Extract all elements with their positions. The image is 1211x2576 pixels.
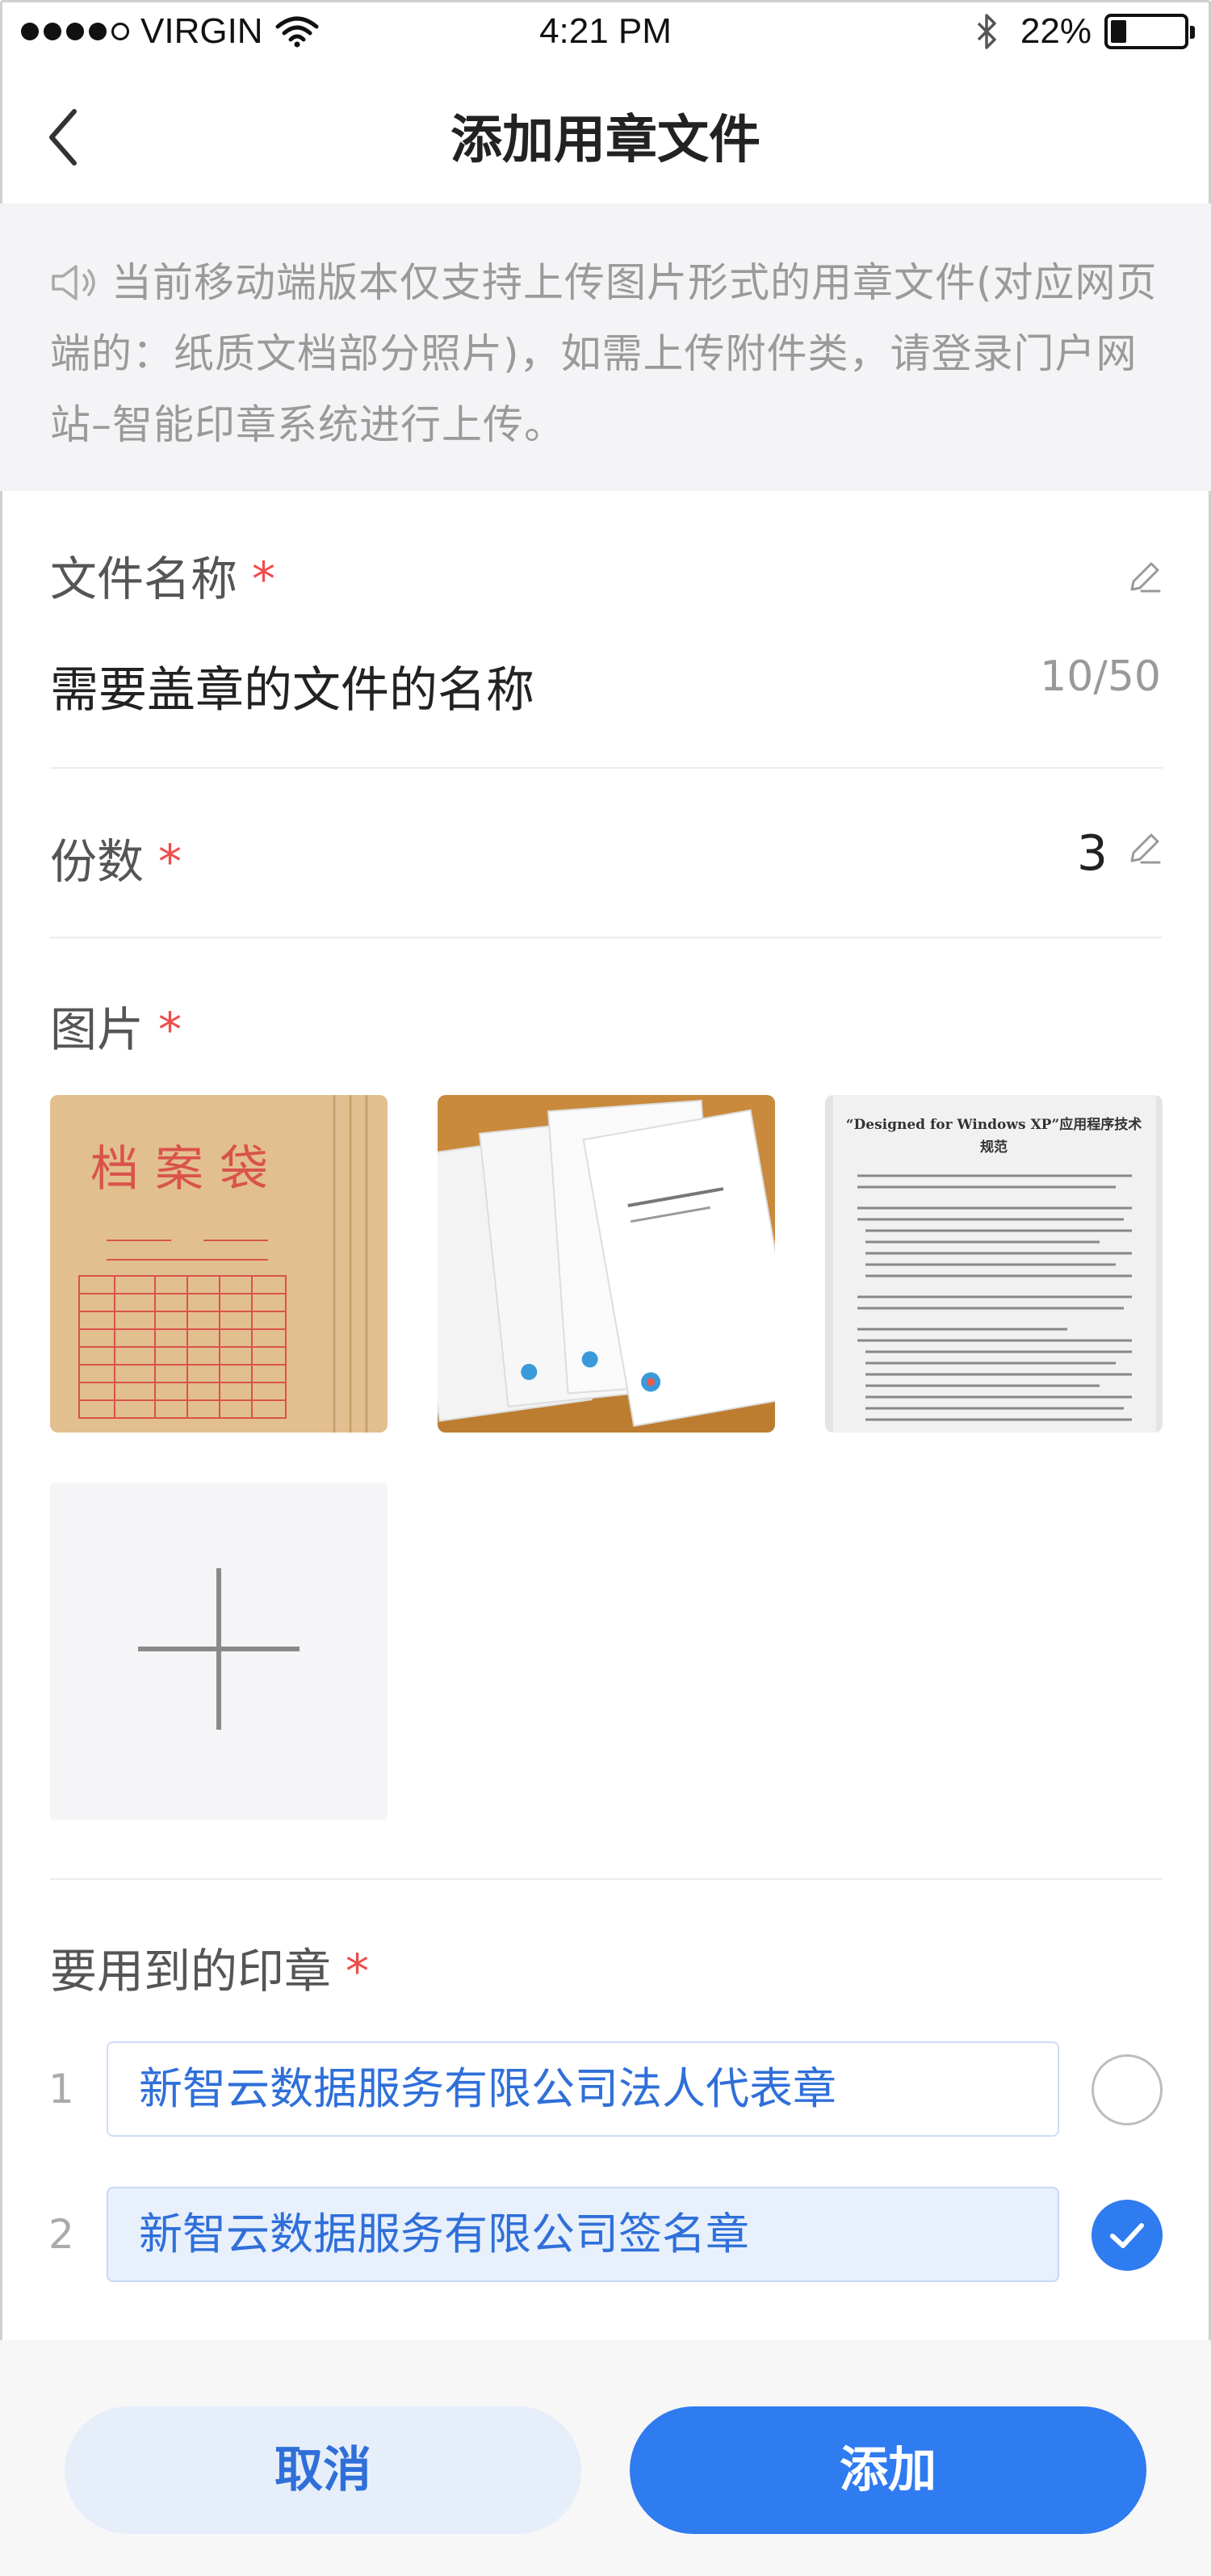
document-subheading: 规范 [980, 1139, 1008, 1156]
check-icon [1110, 2223, 1144, 2248]
footer-bar: 取消 添加 [0, 2340, 1211, 2576]
seal-row: 2 新智云数据服务有限公司签名章 [0, 2187, 1211, 2284]
bluetooth-icon [977, 14, 996, 49]
spec-document-photo: “Designed for Windows XP”应用程序技术 规范 [825, 1095, 1163, 1433]
copies-label-text: 份数 [50, 834, 145, 889]
seals-label: 要用到的印章 * [50, 1933, 369, 2001]
page-title: 添加用章文件 [450, 111, 761, 170]
battery-fill [1111, 20, 1127, 43]
plus-icon-v [216, 1568, 221, 1730]
cancel-button[interactable]: 取消 [65, 2406, 581, 2534]
file-name-label: 文件名称 * [50, 541, 275, 609]
image-thumbnail[interactable] [438, 1095, 775, 1433]
notice-banner: 当前移动端版本仅支持上传图片形式的用章文件(对应网页端的：纸质文档部分照片)，如… [0, 203, 1211, 491]
file-name-input[interactable]: 需要盖章的文件的名称 [50, 651, 534, 721]
seal-option-selected[interactable]: 新智云数据服务有限公司签名章 [107, 2187, 1059, 2282]
battery-icon [1104, 14, 1195, 49]
required-mark: * [158, 834, 182, 889]
documents-photo [438, 1095, 775, 1433]
pencil-icon[interactable] [1125, 559, 1163, 596]
required-mark: * [252, 552, 276, 606]
divider [50, 937, 1163, 938]
archive-envelope-photo: 档案袋 [50, 1095, 388, 1433]
seal-index: 1 [48, 2066, 74, 2112]
pencil-icon[interactable] [1125, 830, 1163, 867]
file-name-counter: 10/50 [1040, 652, 1161, 701]
document-heading: “Designed for Windows XP”应用程序技术 [846, 1116, 1142, 1133]
required-mark: * [346, 1944, 370, 1999]
seal-row: 1 新智云数据服务有限公司法人代表章 [0, 2041, 1211, 2138]
image-thumbnail[interactable]: 档案袋 [50, 1095, 388, 1433]
notice-text-block: 当前移动端版本仅支持上传图片形式的用章文件(对应网页端的：纸质文档部分照片)，如… [50, 247, 1161, 460]
images-label-text: 图片 [50, 1002, 145, 1057]
seal-radio[interactable] [1092, 2054, 1163, 2125]
image-thumbnail[interactable]: “Designed for Windows XP”应用程序技术 规范 [825, 1095, 1163, 1433]
nav-bar: 添加用章文件 [0, 66, 1211, 203]
status-right: 22% [974, 11, 1195, 52]
add-image-button[interactable] [50, 1483, 388, 1820]
required-mark: * [158, 1002, 182, 1057]
notice-text: 当前移动端版本仅支持上传图片形式的用章文件(对应网页端的：纸质文档部分照片)，如… [50, 259, 1158, 448]
file-name-label-text: 文件名称 [50, 552, 238, 606]
copies-label: 份数 * [50, 824, 182, 892]
divider [50, 1878, 1163, 1880]
copies-input[interactable]: 3 [1077, 825, 1108, 882]
speaker-icon [52, 265, 95, 300]
seals-label-text: 要用到的印章 [50, 1944, 332, 1999]
add-button[interactable]: 添加 [630, 2406, 1146, 2534]
image-thumbnails: 档案袋 “Designed for Windows XP”应用程序技术 规范 [50, 1095, 1163, 1434]
seal-index: 2 [48, 2211, 74, 2258]
status-bar: VIRGIN 4:21 PM 22% [0, 0, 1211, 66]
seal-radio-checked[interactable] [1092, 2200, 1163, 2271]
seal-option[interactable]: 新智云数据服务有限公司法人代表章 [107, 2041, 1059, 2137]
envelope-title: 档案袋 [90, 1141, 284, 1198]
battery-percent: 22% [1020, 11, 1092, 51]
divider [50, 767, 1163, 769]
images-label: 图片 * [50, 992, 182, 1059]
